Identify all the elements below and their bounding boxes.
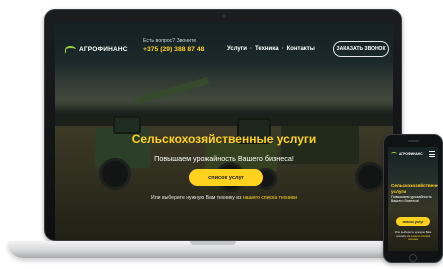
leaf-arc-icon bbox=[65, 46, 76, 53]
device-mockup: АГРОФИНАНС Есть вопрос? Звоните +375 (29… bbox=[0, 0, 443, 269]
mobile-equipment-link[interactable]: нашего списка техники bbox=[408, 234, 430, 242]
site-header: АГРОФИНАНС Есть вопрос? Звоните +375 (29… bbox=[55, 22, 393, 66]
phone-speaker bbox=[408, 140, 419, 142]
laptop-notch bbox=[190, 241, 236, 245]
hero-subtitle: Повышаем урожайность Вашего бизнеса! bbox=[154, 154, 294, 163]
mobile-services-button[interactable]: список услуг bbox=[396, 217, 430, 226]
mobile-hero-note: Или выберите нужную Вам технику из нашег… bbox=[391, 230, 435, 242]
logo-text: АГРОФИНАНС bbox=[79, 46, 128, 53]
contact-question: Есть вопрос? Звоните bbox=[143, 38, 197, 44]
phone-screen: АГРОФИНАНС Сельскохозяйственные услуги П… bbox=[388, 147, 438, 251]
equipment-list-link[interactable]: нашего списка техники bbox=[243, 195, 297, 201]
main-nav: Услуги · Техника · Контакты bbox=[227, 46, 315, 52]
mobile-logo-text: АГРОФИНАНС bbox=[399, 152, 423, 156]
phone-link[interactable]: +375 (29) 388 87 48 bbox=[143, 46, 204, 53]
nav-item-contacts[interactable]: Контакты bbox=[287, 46, 315, 52]
hamburger-menu-icon[interactable] bbox=[429, 151, 435, 157]
hero-note: Или выберите нужную Вам технику из нашег… bbox=[55, 195, 393, 201]
hero-title: Сельскохозяйственные услуги bbox=[131, 132, 317, 146]
nav-item-services[interactable]: Услуги bbox=[227, 46, 247, 52]
site-logo[interactable]: АГРОФИНАНС bbox=[65, 46, 128, 53]
laptop-base bbox=[8, 241, 412, 258]
nav-separator: · bbox=[249, 46, 252, 52]
laptop-lid: АГРОФИНАНС Есть вопрос? Звоните +375 (29… bbox=[44, 9, 402, 241]
mobile-logo[interactable]: АГРОФИНАНС bbox=[391, 152, 423, 156]
request-call-button[interactable]: ЗАКАЗАТЬ ЗВОНОК bbox=[333, 41, 389, 57]
nav-item-equipment[interactable]: Техника bbox=[255, 46, 279, 52]
leaf-arc-icon bbox=[391, 152, 397, 156]
mobile-hero-title: Сельскохозяйственные услуги bbox=[391, 183, 438, 194]
services-list-button[interactable]: список услуг bbox=[189, 169, 263, 186]
phone-home-button bbox=[409, 254, 417, 262]
hero-note-text: Или выберите нужную Вам технику из bbox=[151, 195, 243, 201]
phone-device: АГРОФИНАНС Сельскохозяйственные услуги П… bbox=[383, 134, 443, 263]
laptop-camera bbox=[222, 14, 226, 18]
laptop-screen: АГРОФИНАНС Есть вопрос? Звоните +375 (29… bbox=[55, 22, 393, 240]
nav-separator: · bbox=[281, 46, 284, 52]
mobile-hero-subtitle: Повышаем урожайность Вашего бизнеса! bbox=[391, 195, 432, 204]
